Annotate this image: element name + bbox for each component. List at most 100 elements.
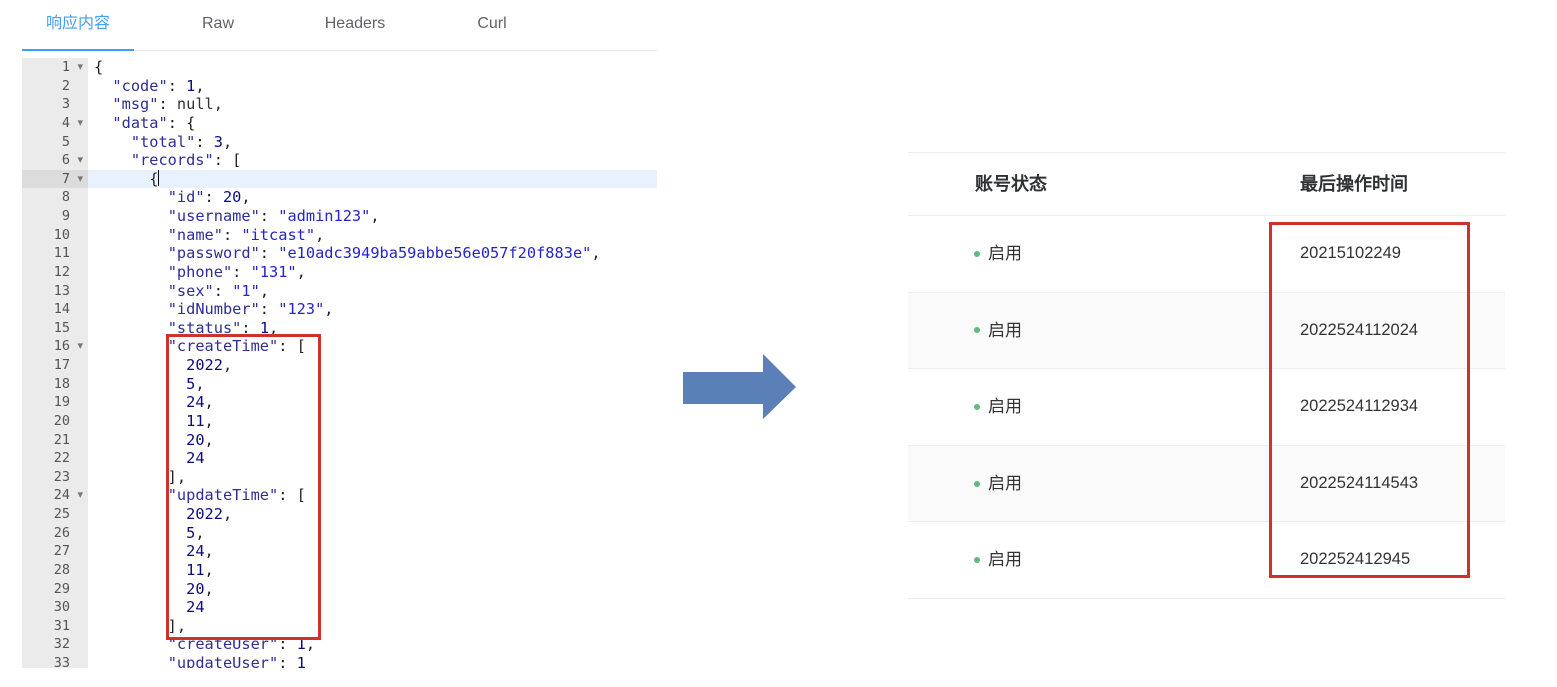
line-number: 25 [53,506,70,522]
json-key: "sex" [167,281,214,300]
code-line[interactable]: "data": { [88,114,657,133]
tab-headers[interactable]: Headers [299,0,411,51]
fold-chevron-down-icon[interactable]: ▾ [77,170,83,189]
code-line-active[interactable]: { [88,169,657,189]
line-number: 20 [53,412,70,429]
gutter-line: 29 [22,580,88,599]
line-number: 32 [53,636,70,653]
gutter-line: 14 [22,300,88,319]
line-number: 26 [53,524,70,541]
json-string: "itcast" [241,225,316,244]
gutter-line: 30 [22,598,88,617]
status-text: 启用 [988,397,1022,417]
status-dot-icon [974,480,980,487]
table-header-row: 账号状态 最后操作时间 [908,153,1505,216]
gutter-line: 12 [22,263,88,282]
gutter-line: 32 [22,635,88,654]
line-number: 31 [53,617,70,634]
gutter-line: 20 [22,412,88,431]
gutter-line: 18 [22,375,88,394]
json-key: "name" [167,225,223,244]
line-number: 29 [53,580,70,597]
gutter-line: 7 ▾ [22,169,88,189]
line-number: 30 [53,599,70,616]
gutter-line: 10 [22,226,88,245]
response-json-editor[interactable]: 1 ▾ 2 3 4 ▾ 5 6 ▾ 7 ▾ 8 9 10 11 12 13 14 15 16 ▾ 17 18 19 20 21 22… [22,58,657,668]
gutter-line: 6 ▾ [22,151,88,170]
gutter-line: 3 [22,95,88,114]
line-number: 24 [53,487,70,504]
gutter-line: 16 ▾ [22,337,88,356]
gutter-line: 1 ▾ [22,58,88,77]
highlight-box-time-column [1269,222,1470,578]
code-line[interactable]: "password": "e10adc3949ba59abbe56e057f20… [88,244,657,263]
column-header-account-status: 账号状态 [975,174,1047,194]
fold-chevron-down-icon[interactable]: ▾ [77,486,83,505]
line-number: 18 [53,375,70,392]
line-number-gutter: 1 ▾ 2 3 4 ▾ 5 6 ▾ 7 ▾ 8 9 10 11 12 13 14 15 16 ▾ 17 18 19 20 21 22… [22,58,88,668]
json-key: "phone" [167,262,233,281]
gutter-line: 23 [22,468,88,487]
code-line[interactable]: "sex": "1", [88,282,657,301]
code-line[interactable]: "idNumber": "123", [88,300,657,319]
line-number: 15 [53,319,70,336]
line-number: 27 [53,543,70,560]
gutter-line: 13 [22,282,88,301]
gutter-line: 2 [22,77,88,96]
gutter-line: 22 [22,449,88,468]
line-number: 17 [53,357,70,373]
json-string: "1" [232,281,260,300]
gutter-line: 21 [22,431,88,450]
code-line[interactable]: "total": 3, [88,133,657,152]
gutter-line: 17 [22,356,88,375]
gutter-line: 28 [22,561,88,580]
gutter-line: 11 [22,244,88,263]
fold-chevron-down-icon[interactable]: ▾ [77,151,83,170]
tab-response-content[interactable]: 响应内容 [22,0,134,51]
code-line[interactable]: "name": "itcast", [88,226,657,245]
line-number: 5 [61,133,70,150]
code-line[interactable]: "code": 1, [88,77,657,96]
line-number: 7 [61,170,70,187]
highlight-box-time-arrays [166,334,321,640]
status-dot-icon [974,250,980,257]
json-number: 20 [222,188,242,207]
json-number: 1 [296,654,306,668]
code-line[interactable]: { [88,58,657,77]
status-dot-icon [974,403,980,410]
right-arrow-icon [683,354,796,419]
line-number: 21 [53,431,70,448]
status-dot-icon [974,327,980,334]
status-dot-icon [974,557,980,564]
text-cursor [158,170,160,187]
json-string: "131" [250,262,297,281]
status-text: 启用 [988,550,1022,570]
line-number: 13 [53,282,70,299]
tab-raw[interactable]: Raw [162,0,274,51]
status-text: 启用 [988,473,1022,493]
json-key: "updateUser" [167,654,279,668]
line-number: 8 [61,189,70,206]
line-number: 4 [61,114,70,131]
tab-curl[interactable]: Curl [436,0,548,51]
line-number: 11 [53,245,70,262]
gutter-line: 4 ▾ [22,114,88,133]
code-line[interactable]: "phone": "131", [88,263,657,282]
code-line[interactable]: "id": 20, [88,188,657,207]
json-key: "msg" [112,95,159,114]
line-number: 14 [53,301,70,318]
fold-chevron-down-icon[interactable]: ▾ [77,114,83,133]
code-line[interactable]: "msg": null, [88,95,657,114]
json-key: "records" [130,151,214,170]
fold-chevron-down-icon[interactable]: ▾ [77,58,83,77]
fold-chevron-down-icon[interactable]: ▾ [77,337,83,356]
gutter-line: 9 [22,207,88,226]
json-literal: null [176,95,214,114]
code-line[interactable]: "updateUser": 1 [88,654,657,668]
gutter-line: 33 [22,654,88,668]
code-line[interactable]: "records": [ [88,151,657,170]
line-number: 16 [53,338,70,355]
line-number: 1 [61,59,70,75]
code-line[interactable]: "username": "admin123", [88,207,657,226]
gutter-line: 5 [22,133,88,152]
